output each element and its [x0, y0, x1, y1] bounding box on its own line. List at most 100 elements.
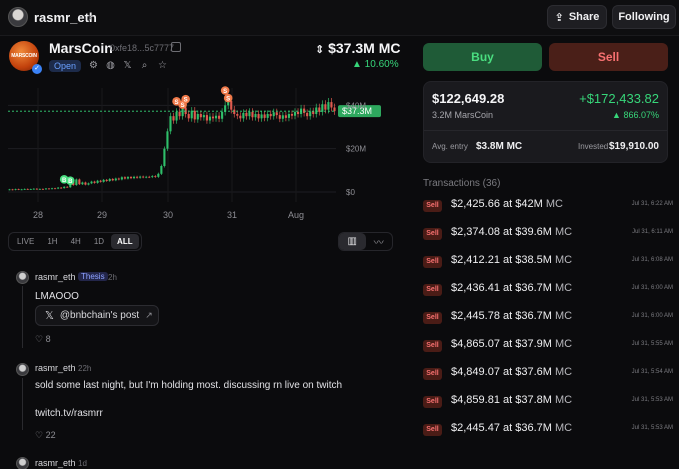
candle	[266, 114, 269, 118]
timeframe-4h[interactable]: 4H	[65, 234, 87, 249]
transaction-row[interactable]: Sell $4,865.07 at $37.9M MC Jul 31, 5:55 A…	[423, 338, 673, 354]
sell-badge: Sell	[423, 424, 442, 436]
sell-badge: Sell	[423, 228, 442, 240]
position-holdings: 3.2M MarsCoin	[432, 110, 494, 120]
trade-marker-label: B	[68, 179, 73, 185]
transaction-row[interactable]: Sell $2,374.08 at $39.6M MC Jul 31, 6:11 A…	[423, 226, 673, 242]
avatar[interactable]	[8, 7, 28, 27]
candle	[269, 114, 272, 117]
candle	[184, 107, 187, 114]
transaction-time: Jul 31, 6:00 AM	[631, 313, 673, 319]
sell-button[interactable]: Sell	[549, 43, 668, 71]
candle	[233, 109, 236, 114]
post-username[interactable]: rasmr_eth	[35, 363, 76, 373]
transaction-mc-suffix: MC	[555, 366, 573, 378]
coin-address[interactable]: 0xfe18...5c7777	[110, 43, 174, 53]
x-post-link[interactable]: 𝕏 @bnbchain's post ↗	[35, 305, 159, 326]
position-pnl-percent: ▲ 866.07%	[612, 110, 659, 120]
x-twitter-icon[interactable]: 𝕏	[121, 59, 134, 72]
x-tick-label: 30	[163, 210, 173, 220]
share-button[interactable]: ⇪ Share	[547, 5, 607, 29]
transaction-row[interactable]: Sell $4,849.07 at $37.6M MC Jul 31, 5:54 A…	[423, 366, 673, 382]
search-icon[interactable]: ⌕	[138, 59, 151, 72]
candle	[108, 179, 111, 181]
candle	[60, 187, 63, 189]
like-count: 22	[45, 430, 56, 440]
transaction-row[interactable]: Sell $4,859.81 at $37.8M MC Jul 31, 5:53 A…	[423, 394, 673, 410]
candle	[84, 182, 87, 185]
transaction-amount: $2,374.08 at $39.6M MC	[451, 226, 572, 238]
chevron-right-icon[interactable]: ›	[88, 9, 92, 24]
candle	[175, 111, 178, 121]
status-badge: Open	[49, 60, 82, 72]
candle	[205, 115, 208, 121]
like-button[interactable]: ♡ 22	[35, 430, 56, 441]
post-time: 2h	[108, 273, 117, 282]
transaction-mc-suffix: MC	[555, 338, 573, 350]
transaction-value: $2,412.21	[451, 254, 500, 266]
transaction-row[interactable]: Sell $2,445.47 at $36.7M MC Jul 31, 5:53 A…	[423, 422, 673, 438]
candle	[111, 179, 114, 181]
avatar[interactable]	[16, 271, 29, 284]
trade-marker-label: S	[223, 89, 227, 95]
price-chart[interactable]: B BSSSSS $37.3M $40M$20M$0 28 29 30 31 Aug	[0, 80, 400, 230]
candle	[272, 112, 275, 117]
candle	[81, 182, 84, 185]
candle	[132, 176, 136, 179]
candlestick-icon[interactable]: ▥	[339, 233, 366, 250]
candle	[54, 188, 57, 190]
post-link-text[interactable]: twitch.tv/rasmrr	[35, 408, 103, 419]
copy-icon[interactable]	[171, 42, 181, 52]
candle	[327, 102, 330, 110]
trade-marker-label: S	[226, 97, 230, 103]
candle	[208, 116, 212, 121]
transaction-time: Jul 31, 5:55 AM	[631, 341, 673, 347]
transaction-time: Jul 31, 5:53 AM	[631, 397, 673, 403]
transaction-value: $4,859.81	[451, 394, 500, 406]
candle	[66, 186, 69, 188]
transaction-row[interactable]: Sell $2,445.78 at $36.7M MC Jul 31, 6:00 A…	[423, 310, 673, 326]
transaction-connector: at	[503, 366, 513, 378]
buy-button[interactable]: Buy	[423, 43, 542, 71]
line-chart-icon[interactable]: 〰	[366, 233, 393, 250]
candle	[214, 115, 218, 119]
swap-icon[interactable]: ⇕	[315, 44, 324, 56]
post-username[interactable]: rasmr_eth	[35, 272, 76, 282]
like-button[interactable]: ♡ 8	[35, 334, 51, 345]
candle	[260, 114, 263, 119]
transaction-connector: at	[503, 198, 513, 210]
candle	[166, 131, 169, 149]
transaction-value: $2,445.78	[451, 310, 500, 322]
trade-marker-label: S	[184, 98, 188, 104]
candle	[157, 173, 160, 177]
settings-icon[interactable]: ⚙	[87, 59, 100, 72]
timeframe-1h[interactable]: 1H	[41, 234, 63, 249]
globe-icon[interactable]: ◍	[104, 59, 117, 72]
y-tick-label: $40M	[346, 101, 366, 110]
sell-badge: Sell	[423, 340, 442, 352]
following-button[interactable]: Following	[612, 5, 676, 29]
timeframe-all[interactable]: ALL	[111, 234, 139, 249]
candle	[11, 189, 14, 191]
thesis-badge: Thesis	[78, 272, 108, 281]
candle	[160, 166, 163, 174]
candle	[29, 189, 32, 190]
x-tick-label: Aug	[288, 210, 304, 220]
candle	[275, 112, 278, 116]
candle	[8, 189, 11, 191]
divider	[424, 130, 667, 131]
candle	[123, 177, 126, 179]
transaction-mc-suffix: MC	[555, 226, 573, 238]
candle	[23, 188, 26, 190]
candle	[93, 181, 96, 183]
transaction-row[interactable]: Sell $2,425.66 at $42M MC Jul 31, 6:22 AM	[423, 198, 673, 214]
transaction-row[interactable]: Sell $2,412.21 at $38.5M MC Jul 31, 6:08 A…	[423, 254, 673, 270]
post-username[interactable]: rasmr_eth	[35, 458, 76, 468]
timeframe-1d[interactable]: 1D	[88, 234, 110, 249]
timeframe-live[interactable]: LIVE	[11, 234, 40, 249]
x-axis: 28 29 30 31 Aug	[33, 210, 304, 220]
star-icon[interactable]: ☆	[156, 59, 169, 72]
avatar[interactable]	[16, 363, 29, 376]
transaction-row[interactable]: Sell $2,436.41 at $36.7M MC Jul 31, 6:00 A…	[423, 282, 673, 298]
avatar[interactable]	[16, 457, 29, 469]
